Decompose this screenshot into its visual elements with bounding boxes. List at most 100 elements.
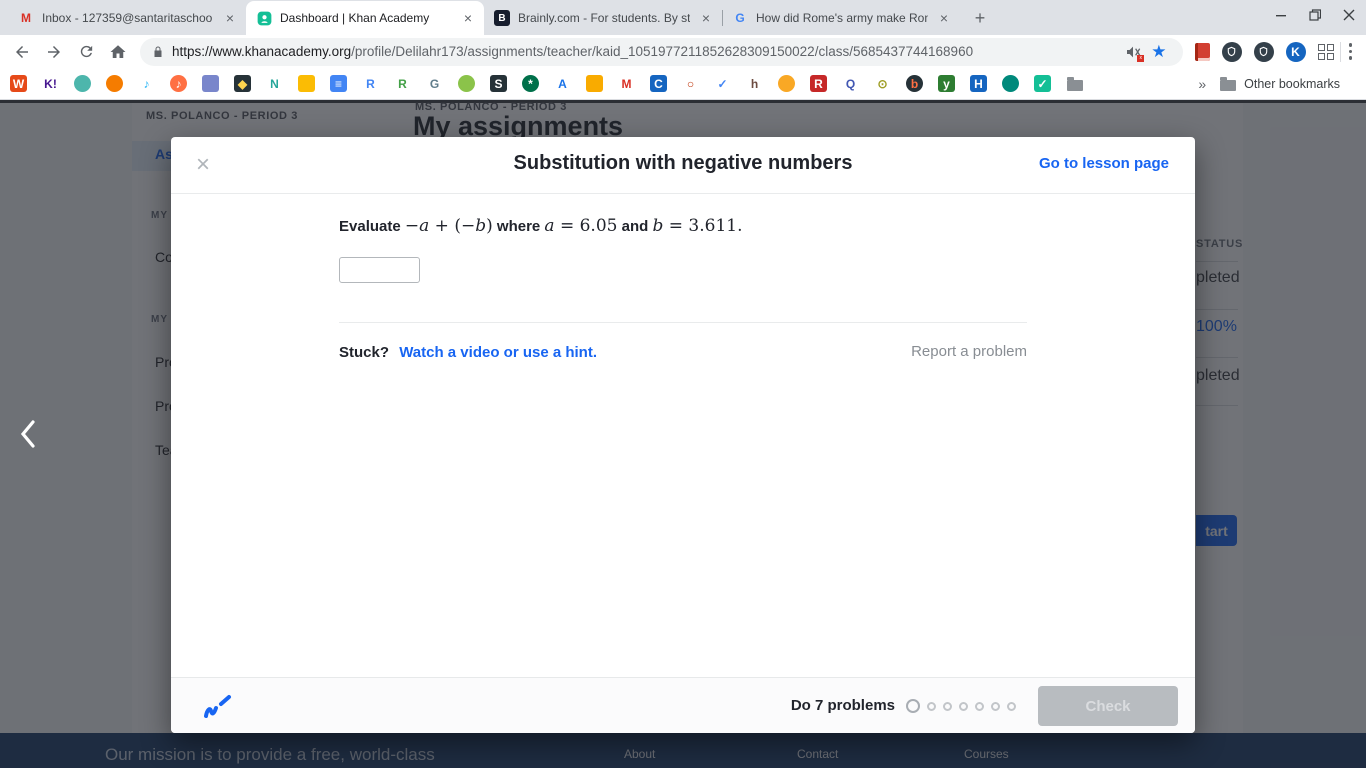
progress-dot (959, 701, 968, 711)
yellow-dot-icon[interactable] (778, 75, 795, 92)
tr-red-icon[interactable]: R (810, 75, 827, 92)
khan-favicon (256, 10, 272, 26)
other-bookmarks-button[interactable]: Other bookmarks (1220, 76, 1340, 91)
brainly-favicon: B (494, 10, 510, 26)
browser-tab[interactable]: B Brainly.com - For students. By st × (484, 1, 722, 35)
screen: M Inbox - 127359@santaritaschoo × Dashboard… (0, 0, 1366, 768)
starbucks-icon[interactable]: * (522, 75, 539, 92)
extension-icons: K (1194, 41, 1334, 62)
reload-icon[interactable] (72, 38, 100, 66)
yellow-square-icon[interactable] (298, 75, 315, 92)
browser-tab[interactable]: Dashboard | Khan Academy × (246, 1, 484, 35)
gmail-icon[interactable]: M (618, 75, 635, 92)
progress-label: Do 7 problems (790, 697, 895, 714)
close-window-button[interactable] (1332, 0, 1366, 30)
check-circle-icon[interactable]: ✓ (714, 75, 731, 92)
forward-icon[interactable] (40, 38, 68, 66)
folder-icon (1220, 77, 1237, 91)
bookmarks-overflow-icon[interactable]: » (1198, 76, 1206, 92)
kahoot-icon[interactable]: K! (42, 75, 59, 92)
tab-close-icon[interactable]: × (460, 10, 476, 26)
bookmark-star-icon[interactable]: ★ (1151, 42, 1166, 62)
sound-muted-icon[interactable]: x (1125, 44, 1145, 62)
orange-note-icon[interactable]: ♪ (170, 75, 187, 92)
tab-title: Dashboard | Khan Academy (280, 11, 430, 25)
tab-close-icon[interactable]: × (936, 10, 952, 26)
speech-bubble-icon[interactable] (1002, 75, 1019, 92)
blue-doc-icon[interactable]: ≡ (330, 75, 347, 92)
music-note-icon[interactable]: ♪ (138, 75, 155, 92)
restore-button[interactable] (1298, 0, 1332, 30)
back-icon[interactable] (8, 38, 36, 66)
browser-tab-strip: M Inbox - 127359@santaritaschoo × Dashboard… (0, 0, 1366, 35)
other-bookmarks-label: Other bookmarks (1244, 76, 1340, 91)
progress-dots (906, 678, 1016, 734)
scratchpad-icon[interactable] (203, 692, 233, 725)
question-fragment: ) (486, 216, 493, 236)
r-blue-icon[interactable]: R (362, 75, 379, 92)
sketch-circle-icon[interactable]: ○ (682, 75, 699, 92)
hint-link[interactable]: Watch a video or use a hint. (399, 344, 597, 361)
question-fragment: where (492, 218, 545, 235)
r-green-icon[interactable]: R (394, 75, 411, 92)
answer-input[interactable] (339, 257, 420, 283)
chrome-menu-icon[interactable] (1341, 43, 1361, 60)
khan-shield-icon[interactable]: ✓ (1034, 75, 1051, 92)
shield-extension-icon-2[interactable] (1253, 41, 1274, 62)
progress-dot (943, 701, 952, 711)
gmail-favicon: M (21, 11, 31, 25)
question-divider (339, 322, 1027, 323)
w-red-icon[interactable]: W (10, 75, 27, 92)
q-purple-icon[interactable]: Q (842, 75, 859, 92)
y-green-icon[interactable]: y (938, 75, 955, 92)
c-blue-icon[interactable]: C (650, 75, 667, 92)
n-teal-icon[interactable]: N (266, 75, 283, 92)
microphone-icon[interactable] (202, 75, 219, 92)
folder-icon[interactable] (1066, 75, 1083, 92)
progress-dot (1007, 701, 1016, 711)
a-blue-icon[interactable]: A (554, 75, 571, 92)
report-problem-link[interactable]: Report a problem (911, 343, 1027, 360)
new-tab-button[interactable]: + (966, 4, 994, 32)
camera-icon[interactable]: ⊙ (874, 75, 891, 92)
go-to-lesson-link[interactable]: Go to lesson page (1039, 155, 1169, 172)
browser-tab[interactable]: M Inbox - 127359@santaritaschoo × (8, 1, 246, 35)
g-gray-icon[interactable]: G (426, 75, 443, 92)
dictionary-extension-icon[interactable] (1194, 42, 1210, 61)
hn-blue-icon[interactable]: H (970, 75, 987, 92)
shield-extension-icon[interactable] (1221, 41, 1242, 62)
stuck-row: Stuck? Watch a video or use a hint. (339, 344, 597, 361)
person-badge-icon[interactable] (586, 75, 603, 92)
question-fragment: + (− (429, 216, 476, 236)
question-fragment: − (404, 216, 420, 236)
tab-title: How did Rome's army make Ron (756, 11, 928, 25)
question-fragment: and (617, 218, 653, 235)
modal-body: Evaluate −a + (−b) where a = 6.05 and b … (171, 194, 1195, 677)
green-monster-icon[interactable] (74, 75, 91, 92)
address-bar[interactable]: https://www.khanacademy.org/profile/Deli… (140, 37, 1183, 66)
question-fragment: b (652, 216, 664, 236)
browser-tab[interactable]: G How did Rome's army make Ron × (722, 1, 960, 35)
apps-grid-icon[interactable] (1317, 43, 1334, 60)
question-fragment: a (544, 216, 555, 236)
stuck-label: Stuck? (339, 344, 390, 361)
window-controls (1264, 0, 1366, 30)
check-button[interactable]: Check (1038, 686, 1178, 726)
flame-circle-icon[interactable]: b (906, 75, 923, 92)
previous-chevron-icon[interactable] (12, 414, 44, 454)
green-bug-icon[interactable] (458, 75, 475, 92)
tab-close-icon[interactable]: × (222, 10, 238, 26)
khan-extension-icon[interactable]: K (1285, 41, 1306, 62)
tab-title: Brainly.com - For students. By st (518, 11, 690, 25)
question-fragment: b (475, 216, 487, 236)
progress-dot (927, 701, 936, 711)
tabs-container: M Inbox - 127359@santaritaschoo × Dashboard… (8, 1, 960, 35)
h-brown-icon[interactable]: h (746, 75, 763, 92)
question-fragment: = 3.611. (663, 216, 743, 236)
home-icon[interactable] (104, 38, 132, 66)
minimize-button[interactable] (1264, 0, 1298, 30)
dark-book-icon[interactable]: S (490, 75, 507, 92)
tab-close-icon[interactable]: × (698, 10, 714, 26)
orange-swirl-icon[interactable] (106, 75, 123, 92)
diamond-icon[interactable]: ◆ (234, 75, 251, 92)
